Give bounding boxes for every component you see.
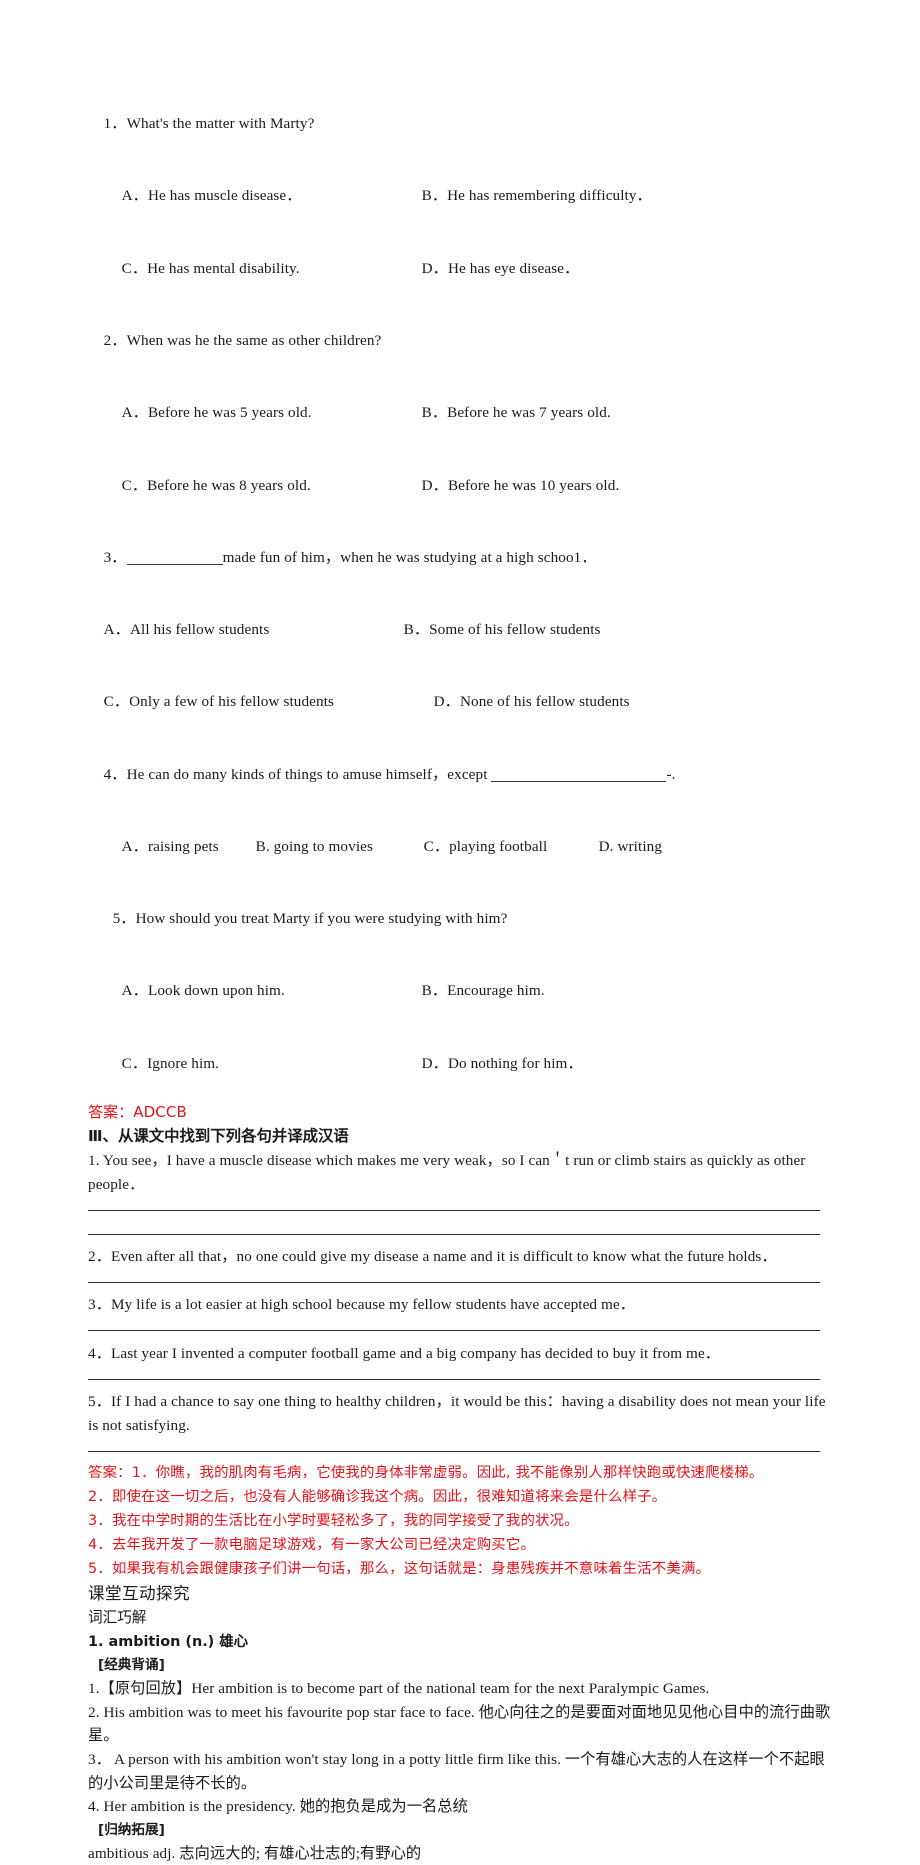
section-three-heading: Ⅲ、从课文中找到下列各句并译成汉语 xyxy=(88,1127,349,1146)
document-page: 1．What's the matter with Marty? A．He has… xyxy=(0,0,920,1862)
question-5-option-d[interactable]: D．Do nothing for him． xyxy=(422,1055,583,1072)
translate-sentence-3: 3．My life is a lot easier at high school… xyxy=(88,1296,636,1314)
answer-rule-1a[interactable] xyxy=(88,1197,834,1221)
question-2-options-row-2: C．Before he was 8 years old. D．Before he … xyxy=(88,449,834,521)
question-1-option-d[interactable]: D．He has eye disease． xyxy=(422,260,580,277)
question-1-stem: 1．What's the matter with Marty? xyxy=(88,88,834,160)
question-2-option-c[interactable]: C．Before he was 8 years old. xyxy=(122,474,422,498)
translate-sentence-4: 4．Last year I invented a computer footba… xyxy=(88,1344,721,1362)
question-4-stem: 4．He can do many kinds of things to amus… xyxy=(88,739,834,811)
question-1-option-c[interactable]: C．He has mental disability. xyxy=(122,257,422,281)
vocabulary-entry-ambition: 1. ambition (n.) 雄心 xyxy=(88,1634,249,1651)
question-4-tail: -. xyxy=(666,765,676,783)
ambition-example-3: 3． A person with his ambition won't stay… xyxy=(88,1751,825,1792)
answer-rule-2[interactable] xyxy=(88,1269,834,1293)
question-1-options-row-2: C．He has mental disability. D．He has eye … xyxy=(88,233,834,305)
question-3-option-a[interactable]: A．All his fellow students xyxy=(104,618,404,642)
recite-label: [经典背诵] xyxy=(98,1657,165,1674)
question-4-option-b[interactable]: B. going to movies xyxy=(256,835,424,859)
ambition-example-2: 2. His ambition was to meet his favourit… xyxy=(88,1703,831,1745)
question-3-blank[interactable] xyxy=(126,563,223,565)
question-4-options-row: A．raising pets B. going to movies C．playin… xyxy=(88,811,834,883)
question-1-text: What's the matter with Marty? xyxy=(126,115,315,133)
question-1-option-b[interactable]: B．He has remembering difficulty． xyxy=(422,187,652,204)
question-3-option-c[interactable]: C．Only a few of his fellow students xyxy=(104,690,434,714)
ambition-example-4: 4. Her ambition is the presidency. 她的抱负是… xyxy=(88,1798,468,1816)
question-3-option-d[interactable]: D．None of his fellow students xyxy=(434,693,630,710)
question-4-option-a[interactable]: A．raising pets xyxy=(122,835,256,859)
question-2-number: 2． xyxy=(103,331,127,349)
question-5-options-row-2: C．Ignore him. D．Do nothing for him． xyxy=(88,1028,834,1100)
translate-sentence-2: 2．Even after all that，no one could give … xyxy=(88,1248,777,1266)
question-5-option-a[interactable]: A．Look down upon him. xyxy=(122,979,422,1003)
question-3-option-b[interactable]: B．Some of his fellow students xyxy=(404,621,601,638)
question-2-text: When was he the same as other children? xyxy=(126,331,382,349)
question-2-option-b[interactable]: B．Before he was 7 years old. xyxy=(422,404,611,421)
translate-answer-1: 答案：1．你瞧，我的肌肉有毛病，它使我的身体非常虚弱。因此, 我不能像别人那样快… xyxy=(88,1465,764,1482)
answer-key-multiple-choice: 答案：ADCCB xyxy=(88,1102,187,1121)
question-3-text: made fun of him，when he was studying at … xyxy=(222,548,597,566)
question-3-number: 3． xyxy=(103,548,127,566)
ambitious-adjective-note: ambitious adj. 志向远大的; 有雄心壮志的;有野心的 xyxy=(88,1844,422,1862)
question-3-options-row-1: A．All his fellow students B．Some of his f… xyxy=(88,594,834,666)
question-5-option-c[interactable]: C．Ignore him. xyxy=(122,1052,422,1076)
translate-answer-4: 4．去年我开发了一款电脑足球游戏，有一家大公司已经决定购买它。 xyxy=(88,1536,536,1553)
question-2-options-row-1: A．Before he was 5 years old. B．Before he … xyxy=(88,377,834,449)
question-4-blank[interactable] xyxy=(491,780,667,782)
extend-label: [归纳拓展] xyxy=(98,1821,165,1838)
question-5-text: How should you treat Marty if you were s… xyxy=(135,910,508,928)
question-2-option-a[interactable]: A．Before he was 5 years old. xyxy=(122,401,422,425)
translate-answer-3: 3．我在中学时期的生活比在小学时要轻松多了，我的同学接受了我的状况。 xyxy=(88,1512,579,1529)
answer-rule-1b[interactable] xyxy=(88,1221,834,1245)
question-5-stem: 5．How should you treat Marty if you were… xyxy=(88,883,834,955)
question-3-options-row-2: C．Only a few of his fellow students D．Non… xyxy=(88,666,834,738)
question-4-text: 4．He can do many kinds of things to amus… xyxy=(103,765,492,783)
translate-sentence-5: 5．If I had a chance to say one thing to … xyxy=(88,1392,826,1435)
translate-answer-2: 2．即使在这一切之后，也没有人能够确诊我这个病。因此，很难知道将来会是什么样子。 xyxy=(88,1489,667,1506)
question-5-option-b[interactable]: B．Encourage him. xyxy=(422,982,545,999)
question-2-stem: 2．When was he the same as other children… xyxy=(88,305,834,377)
translate-sentence-1: 1. You see，I have a muscle disease which… xyxy=(88,1151,806,1193)
question-2-option-d[interactable]: D．Before he was 10 years old. xyxy=(422,477,620,494)
question-4-option-c[interactable]: C．playing football xyxy=(424,835,599,859)
question-1-option-a[interactable]: A．He has muscle disease． xyxy=(122,184,422,208)
answer-rule-3[interactable] xyxy=(88,1317,834,1341)
question-3-stem: 3． made fun of him，when he was studying a… xyxy=(88,522,834,594)
translate-answer-5: 5．如果我有机会跟健康孩子们讲一句话，那么，这句话就是：身患残疾并不意味着生活不… xyxy=(88,1560,711,1577)
classroom-heading: 课堂互动探究 xyxy=(88,1584,190,1604)
question-1-options-row-1: A．He has muscle disease． B．He has remembe… xyxy=(88,160,834,232)
question-1-number: 1． xyxy=(103,115,127,133)
answer-rule-5[interactable] xyxy=(88,1438,834,1462)
question-4-option-d[interactable]: D. writing xyxy=(599,838,662,855)
answer-rule-4[interactable] xyxy=(88,1366,834,1390)
ambition-example-1: 1.【原句回放】Her ambition is to become part o… xyxy=(88,1680,710,1698)
vocabulary-subheading: 词汇巧解 xyxy=(88,1609,147,1627)
question-5-number: 5． xyxy=(112,910,136,928)
question-5-options-row-1: A．Look down upon him. B．Encourage him. xyxy=(88,955,834,1027)
